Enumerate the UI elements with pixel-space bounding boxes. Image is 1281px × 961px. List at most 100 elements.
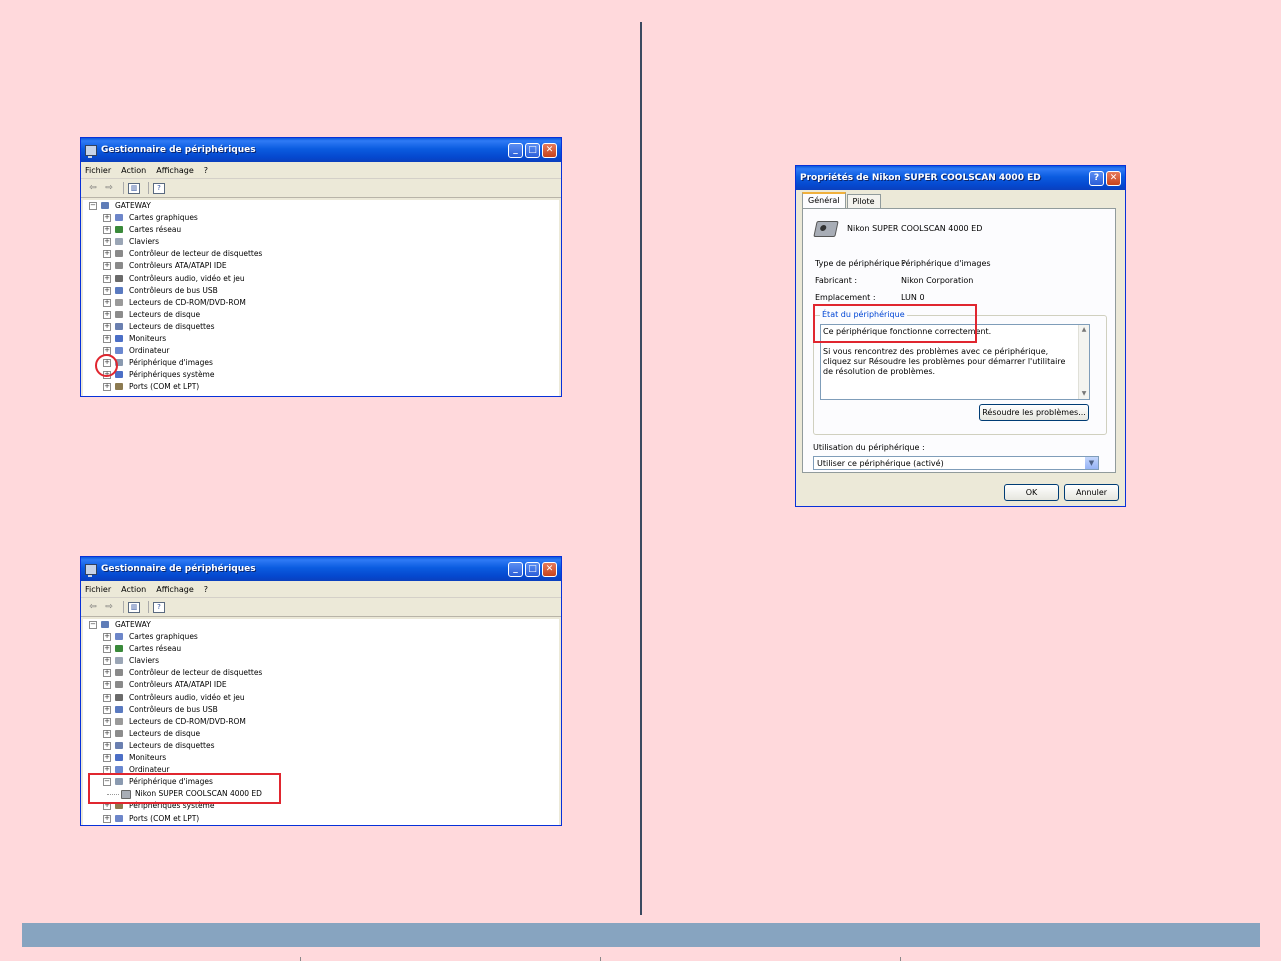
properties-icon[interactable]: ? (153, 601, 165, 613)
expand-icon[interactable]: + (103, 729, 111, 738)
tree-item[interactable]: + Lecteurs de disque (83, 309, 559, 321)
scroll-up-icon[interactable]: ▲ (1080, 326, 1088, 334)
show-hide-tree-icon[interactable]: ▥ (128, 182, 140, 194)
maximize-button[interactable]: □ (525, 561, 540, 577)
expand-icon[interactable]: + (103, 286, 111, 295)
tree-item-label: Ports (COM et LPT) (129, 813, 200, 823)
back-arrow-icon[interactable]: ⇦ (87, 602, 99, 613)
computer-icon (85, 563, 97, 577)
tree-item-label: Contrôleurs ATA/ATAPI IDE (129, 261, 227, 271)
tree-item[interactable]: + Moniteurs (83, 752, 559, 764)
expand-icon[interactable]: + (103, 383, 111, 392)
tree-item[interactable]: + Lecteurs de CD-ROM/DVD-ROM (83, 297, 559, 309)
expand-icon[interactable]: + (103, 681, 111, 690)
troubleshoot-button[interactable]: Résoudre les problèmes... (979, 404, 1089, 421)
tree-item[interactable]: + Contrôleurs audio, vidéo et jeu (83, 273, 559, 285)
forward-arrow-icon[interactable]: ⇨ (103, 602, 115, 613)
tree-item[interactable]: + Contrôleurs ATA/ATAPI IDE (83, 679, 559, 691)
tree-item-label: Contrôleurs de bus USB (129, 704, 218, 714)
expand-icon[interactable]: + (103, 274, 111, 283)
tree-item[interactable]: + Contrôleurs de bus USB (83, 285, 559, 297)
expand-icon[interactable]: + (103, 717, 111, 726)
cancel-button[interactable]: Annuler (1064, 484, 1119, 501)
expand-icon[interactable]: + (103, 262, 111, 271)
title-bar[interactable]: Propriétés de Nikon SUPER COOLSCAN 4000 … (796, 166, 1125, 190)
close-button[interactable]: ✕ (1106, 170, 1121, 186)
tree-item[interactable]: + Ports (COM et LPT) (83, 381, 559, 393)
back-arrow-icon[interactable]: ⇦ (87, 183, 99, 194)
show-hide-tree-icon[interactable]: ▥ (128, 601, 140, 613)
tree-item[interactable]: + Périphériques système (83, 369, 559, 381)
tree-item[interactable]: + Lecteurs de CD-ROM/DVD-ROM (83, 716, 559, 728)
forward-arrow-icon[interactable]: ⇨ (103, 183, 115, 194)
usage-select[interactable]: Utiliser ce périphérique (activé) ▼ (813, 456, 1099, 470)
maximize-button[interactable]: □ (525, 142, 540, 158)
expand-icon[interactable]: + (103, 250, 111, 259)
expand-icon[interactable]: + (103, 633, 111, 642)
menu-help[interactable]: ? (204, 585, 208, 594)
expand-icon[interactable]: + (103, 657, 111, 666)
device-manager-window-1: Gestionnaire de périphériques _ □ ✕ Fich… (80, 137, 562, 397)
tree-item[interactable]: + Cartes réseau (83, 643, 559, 655)
title-bar[interactable]: Gestionnaire de périphériques _ □ ✕ (81, 557, 561, 581)
tab-general[interactable]: Général (802, 192, 846, 209)
close-button[interactable]: ✕ (542, 561, 557, 577)
tree-item[interactable]: + Contrôleurs ATA/ATAPI IDE (83, 260, 559, 272)
tree-item[interactable]: + Lecteurs de disquettes (83, 740, 559, 752)
tree-item[interactable]: + Ports (COM et LPT) (83, 813, 559, 825)
tree-item[interactable]: + Ordinateur (83, 345, 559, 357)
expand-icon[interactable]: + (103, 814, 111, 823)
tree-item[interactable]: + Contrôleurs audio, vidéo et jeu (83, 692, 559, 704)
menu-fichier[interactable]: Fichier (85, 166, 111, 175)
menu-action[interactable]: Action (121, 166, 146, 175)
tree-root-label: GATEWAY (115, 201, 151, 210)
tree-item[interactable]: + Périphérique d'images (83, 357, 559, 369)
tree-item[interactable]: + Cartes graphiques (83, 212, 559, 224)
expand-icon[interactable]: + (103, 214, 111, 223)
menu-affichage[interactable]: Affichage (156, 585, 194, 594)
minimize-button[interactable]: _ (508, 142, 523, 158)
menu-fichier[interactable]: Fichier (85, 585, 111, 594)
expand-icon[interactable]: + (103, 298, 111, 307)
tree-item[interactable]: + Claviers (83, 655, 559, 667)
tree-item-label: Lecteurs de disquettes (129, 740, 215, 750)
menu-affichage[interactable]: Affichage (156, 166, 194, 175)
tree-root[interactable]: − GATEWAY (83, 200, 559, 212)
expand-icon[interactable]: + (103, 693, 111, 702)
chevron-down-icon[interactable]: ▼ (1085, 457, 1098, 469)
tree-item[interactable]: + Cartes réseau (83, 224, 559, 236)
scroll-down-icon[interactable]: ▼ (1080, 390, 1088, 398)
menu-action[interactable]: Action (121, 585, 146, 594)
expand-icon[interactable]: + (103, 669, 111, 678)
expand-icon[interactable]: + (103, 322, 111, 331)
menu-help[interactable]: ? (204, 166, 208, 175)
expand-icon[interactable]: + (103, 705, 111, 714)
title-bar[interactable]: Gestionnaire de périphériques _ □ ✕ (81, 138, 561, 162)
tree-root[interactable]: − GATEWAY (83, 619, 559, 631)
expand-icon[interactable]: + (103, 226, 111, 235)
minimize-button[interactable]: _ (508, 561, 523, 577)
tree-item[interactable]: + Moniteurs (83, 333, 559, 345)
properties-icon[interactable]: ? (153, 182, 165, 194)
tree-item[interactable]: + Contrôleurs de bus USB (83, 704, 559, 716)
ok-button[interactable]: OK (1004, 484, 1059, 501)
tree-item[interactable]: + Lecteurs de disquettes (83, 321, 559, 333)
expand-icon[interactable]: + (103, 645, 111, 654)
scanner-icon (813, 221, 839, 237)
tree-item[interactable]: + Contrôleur de lecteur de disquettes (83, 248, 559, 260)
expand-icon[interactable]: + (103, 310, 111, 319)
tree-item[interactable]: + Contrôleur de lecteur de disquettes (83, 667, 559, 679)
expand-icon[interactable]: + (103, 741, 111, 750)
close-button[interactable]: ✕ (542, 142, 557, 158)
expand-icon[interactable]: + (103, 754, 111, 763)
tree-item[interactable]: + Lecteurs de disque (83, 728, 559, 740)
tree-item[interactable]: + Cartes graphiques (83, 631, 559, 643)
collapse-icon[interactable]: − (89, 621, 97, 629)
status-scrollbar[interactable]: ▲ ▼ (1078, 325, 1089, 399)
tree-item[interactable]: + Claviers (83, 236, 559, 248)
expand-icon[interactable]: + (103, 335, 111, 344)
collapse-icon[interactable]: − (89, 202, 97, 210)
expand-icon[interactable]: + (103, 238, 111, 247)
device-category-icon (115, 250, 123, 258)
help-button[interactable]: ? (1089, 170, 1104, 186)
